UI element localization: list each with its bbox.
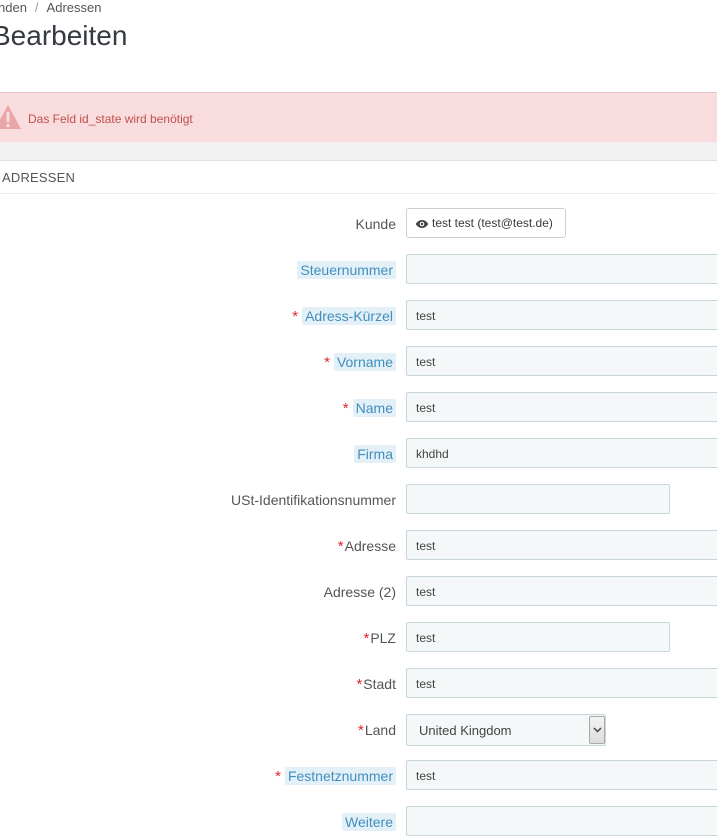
country-row: *Land United Kingdom (0, 714, 717, 746)
address2-input[interactable]: test (406, 576, 717, 606)
phone-row: * Festnetznummer test (0, 760, 717, 792)
vat-number-row: USt-Identifikationsnummer (0, 484, 717, 516)
address2-label: Adresse (2) (323, 584, 396, 600)
firstname-label: * Vorname (324, 353, 396, 371)
city-row: *Stadt test (0, 668, 717, 700)
vat-number-label: USt-Identifikationsnummer (231, 492, 396, 508)
panel-header: ADRESSEN (0, 160, 717, 194)
breadcrumb-parent-link[interactable]: nden (0, 0, 27, 15)
customer-value: test test (test@test.de) (432, 216, 553, 230)
phone-label: * Festnetznummer (275, 767, 396, 785)
company-row: Firma khdhd (0, 438, 717, 470)
chevron-down-icon[interactable] (589, 716, 605, 744)
address1-row: *Adresse test (0, 530, 717, 562)
company-label: Firma (354, 445, 396, 463)
firstname-input[interactable]: test (406, 346, 717, 376)
alias-row: * Adress-Kürzel test (0, 300, 717, 332)
lastname-input[interactable]: test (406, 392, 717, 422)
other-row: Weitere (0, 806, 717, 838)
panel-title: ADRESSEN (2, 170, 76, 185)
city-input[interactable]: test (406, 668, 717, 698)
lastname-label: * Name (343, 399, 396, 417)
page-title: Bearbeiten (0, 20, 128, 51)
tax-number-row: Steuernummer (0, 254, 717, 286)
other-input[interactable] (406, 806, 717, 836)
firstname-row: * Vorname test (0, 346, 717, 378)
city-label: *Stadt (356, 676, 396, 693)
address2-row: Adresse (2) test (0, 576, 717, 608)
other-label: Weitere (342, 813, 396, 831)
customer-label: Kunde (355, 216, 396, 232)
customer-row: Kunde test test (test@test.de) (0, 208, 717, 240)
country-select[interactable]: United Kingdom (406, 714, 606, 746)
alias-input[interactable]: test (406, 300, 717, 330)
phone-input[interactable]: test (406, 760, 717, 790)
lastname-row: * Name test (0, 392, 717, 424)
tax-number-label: Steuernummer (297, 261, 396, 279)
breadcrumb-separator: / (34, 0, 39, 15)
postcode-input[interactable]: test (406, 622, 670, 652)
breadcrumb-current-link[interactable]: Adressen (47, 0, 102, 15)
alias-label: * Adress-Kürzel (292, 307, 396, 325)
vat-number-input[interactable] (406, 484, 670, 514)
address1-input[interactable]: test (406, 530, 717, 560)
alert-message: Das Feld id_state wird benötigt (28, 112, 193, 126)
company-input[interactable]: khdhd (406, 438, 717, 468)
warning-icon (0, 103, 22, 136)
error-alert: Das Feld id_state wird benötigt (0, 92, 717, 143)
panel-spacer (0, 142, 717, 160)
postcode-label: *PLZ (363, 630, 396, 647)
eye-icon (415, 218, 429, 232)
address1-label: *Adresse (337, 538, 396, 555)
country-label: *Land (358, 722, 396, 739)
postcode-row: *PLZ test (0, 622, 717, 654)
customer-button[interactable]: test test (test@test.de) (406, 208, 566, 238)
breadcrumb: nden / Adressen (0, 0, 101, 16)
tax-number-input[interactable] (406, 254, 717, 284)
country-select-value: United Kingdom (419, 723, 512, 738)
